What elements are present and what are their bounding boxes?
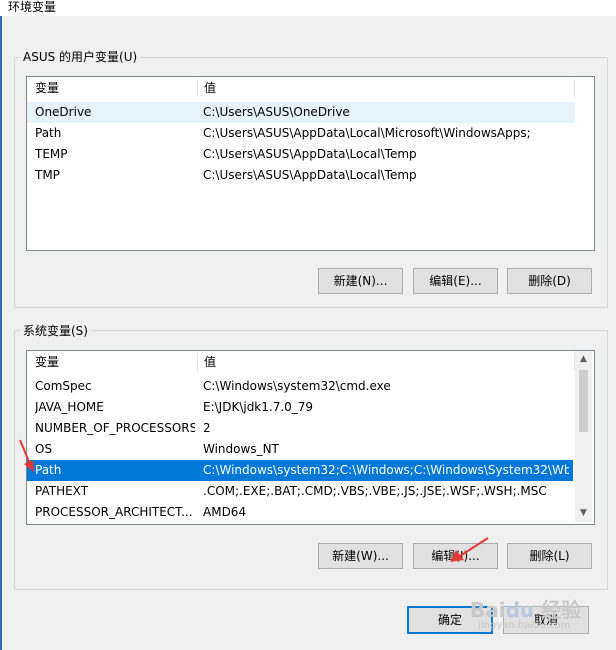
baidu-watermark-url: jingyan.baidu.com bbox=[478, 620, 571, 631]
list-item[interactable]: NUMBER_OF_PROCESSORS 2 bbox=[27, 418, 573, 439]
column-header-value[interactable]: 值 bbox=[198, 77, 574, 99]
user-new-button[interactable]: 新建(N)... bbox=[318, 268, 403, 294]
column-header-variable[interactable]: 变量 bbox=[29, 77, 197, 99]
variable-name: ComSpec bbox=[35, 379, 92, 393]
list-item[interactable]: TEMP C:\Users\ASUS\AppData\Local\Temp bbox=[27, 144, 575, 165]
user-list-header: 变量 值 bbox=[27, 77, 575, 99]
user-delete-button[interactable]: 删除(D) bbox=[507, 268, 592, 294]
user-variables-title: ASUS 的用户变量(U) bbox=[20, 50, 141, 64]
list-item[interactable]: ComSpec C:\Windows\system32\cmd.exe bbox=[27, 376, 573, 397]
column-header-variable[interactable]: 变量 bbox=[29, 351, 197, 373]
variable-value: C:\Users\ASUS\AppData\Local\Temp bbox=[203, 147, 417, 161]
variable-value: .COM;.EXE;.BAT;.CMD;.VBS;.VBE;.JS;.JSE;.… bbox=[203, 484, 547, 498]
system-new-button[interactable]: 新建(W)... bbox=[318, 543, 403, 569]
variable-value: Windows_NT bbox=[203, 442, 279, 456]
scroll-up-icon[interactable]: ▲ bbox=[575, 351, 592, 368]
list-item[interactable]: Path C:\Windows\system32;C:\Windows;C:\Wi… bbox=[27, 460, 573, 481]
list-item[interactable]: OS Windows_NT bbox=[27, 439, 573, 460]
variable-value: C:\Windows\system32\cmd.exe bbox=[203, 379, 391, 393]
user-variables-list[interactable]: 变量 值 OneDrive C:\Users\ASUS\OneDrive Path C… bbox=[26, 76, 595, 251]
variable-value: AMD64 bbox=[203, 505, 247, 519]
list-item[interactable]: Path C:\Users\ASUS\AppData\Local\Microsof… bbox=[27, 123, 575, 144]
user-edit-button[interactable]: 编辑(E)... bbox=[413, 268, 498, 294]
variable-value: C:\Users\ASUS\AppData\Local\Temp bbox=[203, 168, 417, 182]
system-variables-list[interactable]: 变量 值 ComSpec C:\Windows\system32\cmd.exe J… bbox=[26, 350, 595, 525]
variable-name: JAVA_HOME bbox=[35, 400, 104, 414]
system-delete-button[interactable]: 删除(L) bbox=[507, 543, 592, 569]
variable-name: OS bbox=[35, 442, 53, 456]
variable-value: C:\Windows\system32;C:\Windows;C:\Window… bbox=[203, 463, 569, 477]
variable-value: 2 bbox=[203, 421, 211, 435]
system-list-scrollbar[interactable]: ▲ ▼ bbox=[575, 351, 592, 522]
variable-name: TEMP bbox=[35, 147, 68, 161]
variable-name: PROCESSOR_ARCHITECT... bbox=[35, 505, 193, 519]
column-header-value[interactable]: 值 bbox=[198, 351, 574, 373]
list-item[interactable]: TMP C:\Users\ASUS\AppData\Local\Temp bbox=[27, 165, 575, 186]
window-title: 环境变量 bbox=[8, 0, 57, 14]
list-item[interactable]: JAVA_HOME E:\JDK\jdk1.7.0_79 bbox=[27, 397, 573, 418]
list-item[interactable]: PATHEXT .COM;.EXE;.BAT;.CMD;.VBS;.VBE;.JS… bbox=[27, 481, 573, 502]
list-item[interactable]: OneDrive C:\Users\ASUS\OneDrive bbox=[27, 102, 575, 123]
scroll-down-icon[interactable]: ▼ bbox=[575, 505, 592, 522]
annotation-arrow-icon bbox=[450, 537, 489, 562]
variable-value: C:\Users\ASUS\OneDrive bbox=[203, 105, 350, 119]
window-edge bbox=[0, 16, 2, 650]
variable-value: E:\JDK\jdk1.7.0_79 bbox=[203, 400, 314, 414]
baidu-watermark-logo: Baidu 经验 bbox=[470, 598, 582, 622]
variable-name: Path bbox=[35, 463, 62, 477]
list-item[interactable]: PROCESSOR_ARCHITECT... AMD64 bbox=[27, 502, 573, 523]
column-separator bbox=[574, 79, 575, 97]
scroll-thumb[interactable] bbox=[579, 370, 588, 432]
system-list-header: 变量 值 bbox=[27, 351, 575, 373]
variable-name: PATHEXT bbox=[35, 484, 89, 498]
variable-value: C:\Users\ASUS\AppData\Local\Microsoft\Wi… bbox=[203, 126, 531, 140]
title-bar: 环境变量 bbox=[0, 0, 616, 16]
variable-name: OneDrive bbox=[35, 105, 92, 119]
annotation-arrow-icon bbox=[19, 439, 34, 472]
variable-name: NUMBER_OF_PROCESSORS bbox=[35, 421, 195, 435]
variable-name: TMP bbox=[35, 168, 60, 182]
system-variables-title: 系统变量(S) bbox=[20, 324, 91, 338]
variable-name: Path bbox=[35, 126, 62, 140]
